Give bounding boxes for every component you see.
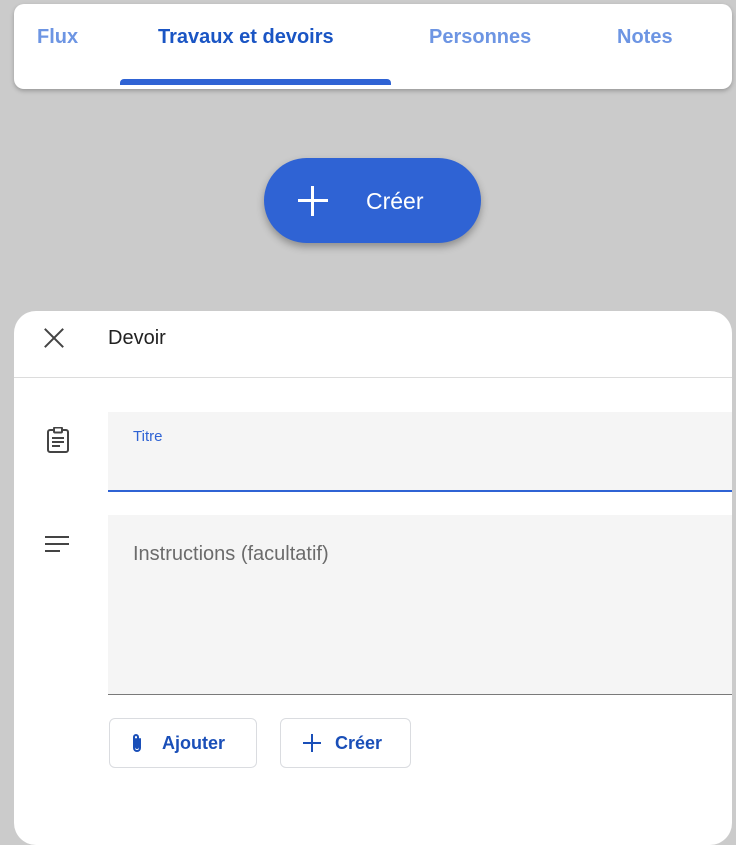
description-icon xyxy=(45,536,69,552)
dialog-title: Devoir xyxy=(108,327,166,349)
tab-personnes[interactable]: Personnes xyxy=(429,26,531,49)
paperclip-icon xyxy=(133,734,141,752)
create-attachment-label: Créer xyxy=(335,733,383,753)
instructions-placeholder: Instructions (facultatif) xyxy=(133,543,329,565)
close-icon[interactable] xyxy=(43,327,65,349)
title-field-label: Titre xyxy=(133,428,163,445)
title-field[interactable] xyxy=(108,412,732,492)
instructions-field[interactable] xyxy=(108,515,732,695)
tab-flux[interactable]: Flux xyxy=(37,26,78,49)
tab-travaux-et-devoirs[interactable]: Travaux et devoirs xyxy=(158,26,334,49)
plus-icon xyxy=(298,186,328,216)
tab-notes[interactable]: Notes xyxy=(617,26,673,49)
plus-icon xyxy=(303,734,321,752)
create-fab-label: Créer xyxy=(366,188,424,214)
add-attachment-label: Ajouter xyxy=(162,733,225,753)
active-tab-indicator xyxy=(120,79,391,85)
dialog-divider xyxy=(14,377,732,378)
clipboard-icon xyxy=(47,427,69,453)
